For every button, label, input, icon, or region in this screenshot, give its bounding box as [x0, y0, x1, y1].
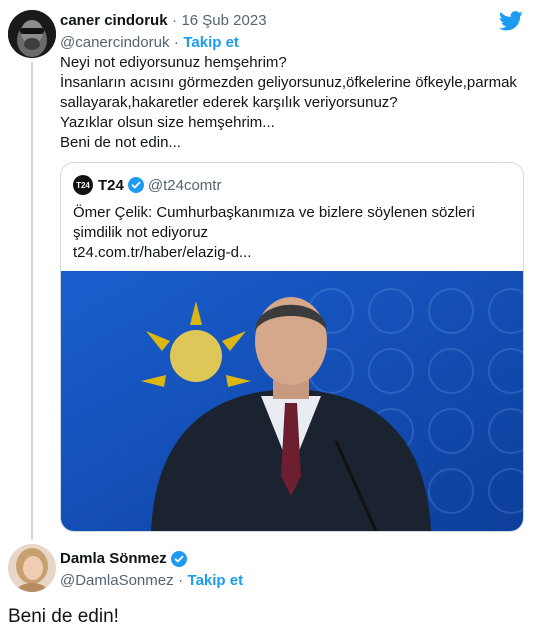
tweet-header: caner cindoruk · 16 Şub 2023 — [60, 12, 267, 30]
twitter-bird-icon[interactable] — [499, 11, 523, 31]
speaker-photo-image — [61, 271, 523, 531]
tweet-line: Beni de not edin... — [60, 134, 181, 151]
follow-link[interactable]: Takip et — [183, 34, 239, 51]
quote-header: T24 T24 @t24comtr — [73, 175, 221, 195]
tweet-line: Neyi not ediyorsunuz hemşehrim? — [60, 54, 287, 71]
reply-author-handle[interactable]: @DamlaSonmez — [60, 572, 174, 589]
avatar-damla-sonmez[interactable] — [8, 544, 56, 592]
quote-author-handle[interactable]: @t24comtr — [148, 177, 222, 194]
verified-badge-icon — [127, 177, 144, 193]
follow-link[interactable]: Takip et — [188, 572, 244, 589]
t24-logo: T24 — [73, 175, 93, 195]
quote-link[interactable]: t24.com.tr/haber/elazig-d... — [73, 243, 513, 263]
quote-body: Ömer Çelik: Cumhurbaşkanımıza ve bizlere… — [73, 203, 513, 263]
separator-dot: · — [172, 12, 177, 29]
reply-subheader: @DamlaSonmez · Takip et — [60, 572, 243, 590]
author-handle[interactable]: @canercindoruk — [60, 34, 169, 51]
separator-dot: · — [178, 572, 184, 589]
t24-logo-text: T24 — [76, 180, 90, 190]
verified-badge-icon — [170, 550, 187, 567]
avatar-image — [8, 544, 56, 592]
tweet-line: Yazıklar olsun size hemşehrim... — [60, 114, 275, 131]
reply-header: Damla Sönmez — [60, 550, 187, 567]
reply-text: Beni de edin! — [8, 606, 119, 627]
tweet-subheader: @canercindoruk · Takip et — [60, 34, 239, 52]
reply-author-name[interactable]: Damla Sönmez — [60, 550, 167, 567]
quote-line: şimdilik not ediyoruz — [73, 224, 209, 241]
quote-author-name[interactable]: T24 — [98, 177, 124, 194]
tweet-body: Neyi not ediyorsunuz hemşehrim? İnsanlar… — [60, 53, 525, 153]
avatar-image — [8, 10, 56, 58]
tweet-line: sallayarak,hakaretler ederek karşılık ve… — [60, 94, 398, 111]
author-name[interactable]: caner cindoruk — [60, 12, 168, 29]
quoted-tweet-card[interactable]: T24 T24 @t24comtr Ömer Çelik: Cumhurbaşk… — [60, 162, 524, 532]
tweet-date[interactable]: 16 Şub 2023 — [181, 12, 266, 29]
thread-connector-line — [31, 62, 33, 540]
quote-line: Ömer Çelik: Cumhurbaşkanımıza ve bizlere… — [73, 204, 475, 221]
avatar-caner-cindoruk[interactable] — [8, 10, 56, 58]
quote-photo[interactable] — [61, 271, 523, 531]
separator-dot: · — [173, 34, 179, 51]
tweet-line: İnsanların acısını görmezden geliyorsunu… — [60, 74, 517, 91]
